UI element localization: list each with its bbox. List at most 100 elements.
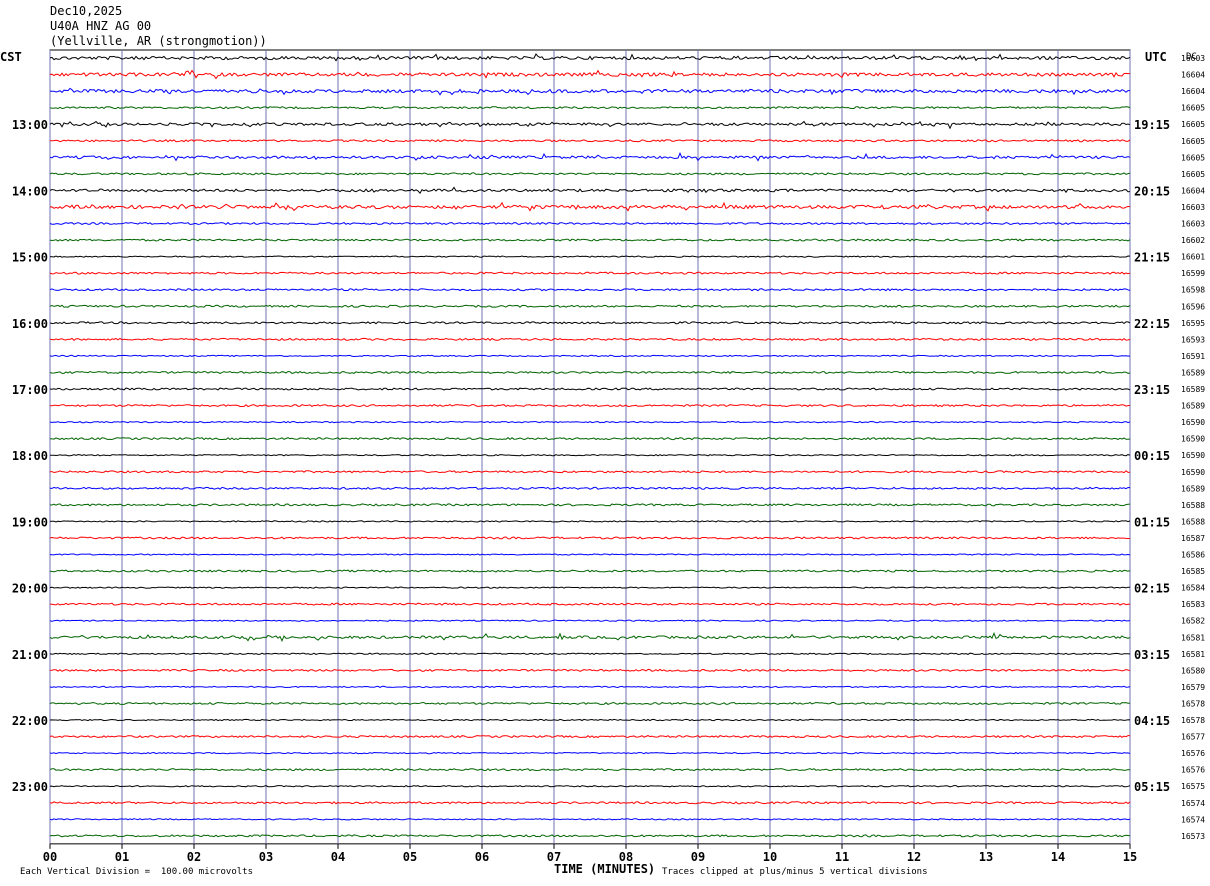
seismic-trace bbox=[49, 751, 1131, 755]
dc-value: 16584 bbox=[1181, 584, 1205, 593]
x-tick-label: 12 bbox=[907, 850, 921, 864]
seismic-trace bbox=[49, 553, 1131, 556]
seismic-trace bbox=[49, 718, 1131, 722]
dc-value: 16605 bbox=[1181, 153, 1205, 162]
helicorder-chart: 00 01 02 03 04 05 06 07 08 09 10 11 12 13 14 1516603166… bbox=[0, 49, 1205, 876]
dc-value: 16580 bbox=[1181, 666, 1205, 675]
dc-value: 16589 bbox=[1181, 484, 1205, 493]
dc-value: 16604 bbox=[1181, 186, 1205, 195]
scale-note: Each Vertical Division = 100.00 microvol… bbox=[20, 867, 253, 877]
dc-value: 16575 bbox=[1181, 782, 1205, 791]
dc-value: 16590 bbox=[1181, 418, 1205, 427]
dc-value: 16574 bbox=[1181, 799, 1205, 808]
dc-value: 16605 bbox=[1181, 120, 1205, 129]
dc-value: 16581 bbox=[1181, 650, 1205, 659]
seismic-trace bbox=[49, 454, 1131, 457]
x-tick-label: 03 bbox=[259, 850, 273, 864]
dc-value: 16604 bbox=[1181, 71, 1205, 80]
dc-value: 16585 bbox=[1181, 567, 1205, 576]
cst-hour-label: 17:00 bbox=[12, 383, 48, 397]
dc-value: 16599 bbox=[1181, 269, 1205, 278]
seismic-trace bbox=[49, 486, 1131, 490]
seismic-trace bbox=[49, 304, 1131, 308]
cst-hour-label: 20:00 bbox=[12, 582, 48, 596]
cst-hour-label: 18:00 bbox=[12, 449, 48, 463]
x-tick-label: 11 bbox=[835, 850, 849, 864]
seismic-trace bbox=[49, 271, 1131, 275]
seismic-trace bbox=[49, 106, 1131, 110]
seismic-trace bbox=[49, 387, 1131, 391]
seismic-trace bbox=[49, 503, 1131, 507]
axis-labels: 00 01 02 03 04 05 06 07 08 09 10 11 12 13 14 1516603166… bbox=[12, 54, 1205, 864]
x-tick-label: 14 bbox=[1051, 850, 1065, 864]
dc-value: 16603 bbox=[1181, 203, 1205, 212]
dc-value: 16591 bbox=[1181, 352, 1205, 361]
seismic-trace bbox=[49, 768, 1131, 772]
x-tick-label: 10 bbox=[763, 850, 777, 864]
seismic-trace bbox=[49, 288, 1131, 292]
clipping-note: Traces clipped at plus/minus 5 vertical … bbox=[662, 867, 928, 877]
x-tick-label: 05 bbox=[403, 850, 417, 864]
seismic-trace bbox=[49, 152, 1131, 162]
utc-hour-label: 01:15 bbox=[1134, 515, 1170, 529]
seismic-trace bbox=[49, 238, 1131, 242]
dc-label: DC bbox=[1186, 52, 1197, 62]
dc-value: 16581 bbox=[1181, 633, 1205, 642]
grid-lines bbox=[49, 49, 1131, 849]
utc-hour-label: 02:15 bbox=[1134, 582, 1170, 596]
seismic-trace bbox=[49, 834, 1131, 838]
cst-hour-label: 13:00 bbox=[12, 118, 48, 132]
utc-hour-label: 05:15 bbox=[1134, 780, 1170, 794]
seismic-trace bbox=[49, 255, 1131, 258]
dc-value: 16595 bbox=[1181, 319, 1205, 328]
seismic-trace bbox=[49, 437, 1131, 441]
seismic-trace bbox=[49, 536, 1131, 540]
x-tick-label: 15 bbox=[1123, 850, 1137, 864]
seismic-trace bbox=[50, 139, 1131, 143]
seismic-trace bbox=[49, 619, 1131, 622]
dc-value: 16605 bbox=[1181, 104, 1205, 113]
seismic-trace bbox=[49, 354, 1131, 358]
seismic-trace bbox=[49, 470, 1131, 474]
seismic-trace bbox=[49, 201, 1131, 212]
seismic-trace bbox=[49, 337, 1131, 341]
dc-value: 16576 bbox=[1181, 766, 1205, 775]
dc-value: 16573 bbox=[1181, 832, 1205, 841]
seismic-trace bbox=[49, 668, 1131, 672]
cst-hour-label: 16:00 bbox=[12, 317, 48, 331]
cst-hour-label: 14:00 bbox=[12, 184, 48, 198]
dc-value: 16598 bbox=[1181, 286, 1205, 295]
utc-hour-label: 20:15 bbox=[1134, 184, 1170, 198]
seismic-trace bbox=[49, 520, 1131, 523]
cst-hour-label: 19:00 bbox=[12, 515, 48, 529]
cst-hour-label: 21:00 bbox=[12, 648, 48, 662]
utc-hour-label: 04:15 bbox=[1134, 714, 1170, 728]
seismic-trace bbox=[49, 420, 1131, 424]
trace-group bbox=[49, 53, 1131, 838]
seismic-trace bbox=[49, 785, 1131, 788]
dc-value: 16582 bbox=[1181, 617, 1205, 626]
utc-hour-label: 22:15 bbox=[1134, 317, 1170, 331]
seismic-trace bbox=[49, 685, 1131, 689]
dc-value: 16603 bbox=[1181, 220, 1205, 229]
dc-value: 16590 bbox=[1181, 435, 1205, 444]
utc-hour-label: 19:15 bbox=[1134, 118, 1170, 132]
x-axis-label: TIME (MINUTES) bbox=[554, 862, 655, 876]
dc-value: 16578 bbox=[1181, 716, 1205, 725]
seismic-trace bbox=[49, 321, 1131, 325]
seismic-trace bbox=[49, 172, 1131, 176]
dc-value: 16590 bbox=[1181, 468, 1205, 477]
dc-value: 16593 bbox=[1181, 335, 1205, 344]
x-tick-label: 00 bbox=[43, 850, 57, 864]
seismic-trace bbox=[49, 652, 1131, 655]
seismic-trace bbox=[49, 569, 1131, 573]
dc-value: 16602 bbox=[1181, 236, 1205, 245]
x-tick-label: 04 bbox=[331, 850, 345, 864]
dc-value: 16589 bbox=[1181, 385, 1205, 394]
dc-value: 16605 bbox=[1181, 170, 1205, 179]
seismic-trace bbox=[49, 734, 1130, 739]
dc-value: 16605 bbox=[1181, 137, 1205, 146]
seismic-trace bbox=[49, 818, 1131, 821]
left-axis-label: CST bbox=[0, 50, 22, 64]
seismic-trace bbox=[49, 801, 1131, 805]
